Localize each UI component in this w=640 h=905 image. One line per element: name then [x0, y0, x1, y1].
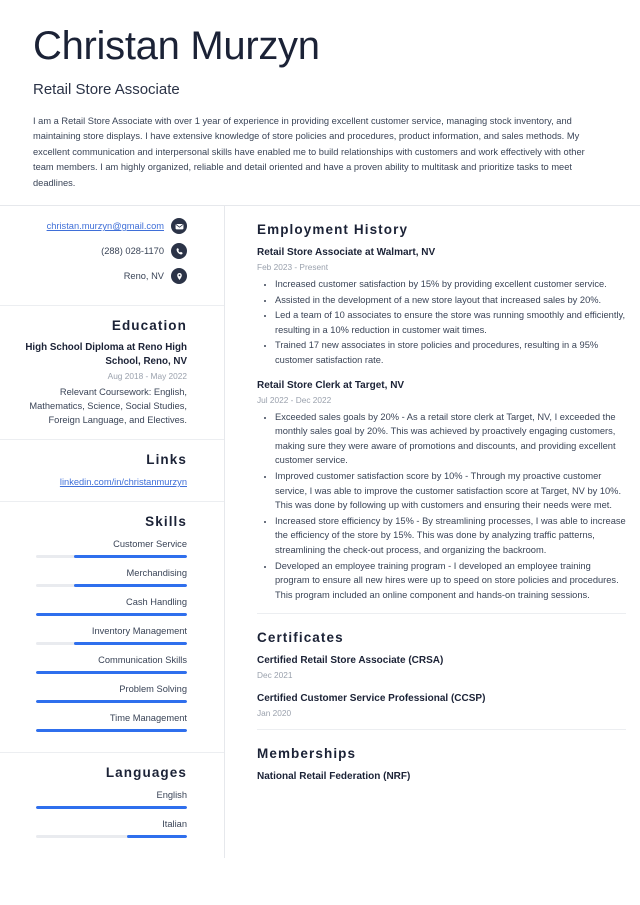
- membership-entry: National Retail Federation (NRF): [257, 770, 626, 784]
- memberships-heading: Memberships: [257, 746, 357, 762]
- employment-title: Retail Store Associate at Walmart, NV: [257, 247, 436, 259]
- membership-title: National Retail Federation (NRF): [257, 771, 411, 783]
- certificates-heading: Certificates: [257, 630, 344, 646]
- job-title: Retail Store Associate: [33, 81, 180, 98]
- skill-label: Inventory Management: [91, 626, 187, 637]
- skill-bar-fill: [36, 671, 187, 675]
- bullet-item: Trained 17 new associates in store polic…: [275, 338, 626, 367]
- skill-label: Cash Handling: [126, 597, 187, 608]
- bullet-item: Led a team of 10 associates to ensure th…: [275, 308, 626, 337]
- skill-bar-fill: [36, 729, 187, 733]
- page-title: Christan Murzyn: [33, 24, 320, 68]
- education-description: Relevant Coursework: English, Mathematic…: [29, 387, 187, 426]
- skill-label: Customer Service: [113, 539, 187, 550]
- contact-item-location: Reno, NV: [10, 268, 187, 285]
- skill-label: Communication Skills: [98, 655, 187, 666]
- language-bar-fill: [126, 835, 187, 839]
- links-heading: Links: [146, 452, 187, 468]
- resume-header: Christan Murzyn Retail Store Associate I…: [0, 0, 640, 205]
- skill-bar-track: [36, 729, 187, 733]
- links-section: Links linkedin.com/in/christanmurzyn: [0, 439, 224, 501]
- language-label: English: [156, 790, 188, 801]
- skill-label: Problem Solving: [119, 684, 187, 695]
- employment-bullets: Increased customer satisfaction by 15% b…: [257, 277, 626, 368]
- skill-bar-track: [36, 555, 187, 559]
- skill-item: Time Management: [10, 711, 187, 733]
- education-title: High School Diploma at Reno High School,…: [25, 342, 187, 367]
- skill-bar-fill: [36, 700, 187, 704]
- employment-date: Jul 2022 - Dec 2022: [257, 394, 332, 405]
- bullet-item: Improved customer satisfaction score by …: [275, 469, 626, 513]
- bullet-item: Developed an employee training program -…: [275, 559, 626, 603]
- resume-body: christan.murzyn@gmail.com (288) 028-1170: [0, 206, 640, 859]
- certificates-section: Certificates Certified Retail Store Asso…: [257, 613, 626, 729]
- link-item-linkedin[interactable]: linkedin.com/in/christanmurzyn: [10, 475, 187, 489]
- sidebar: christan.murzyn@gmail.com (288) 028-1170: [0, 206, 225, 859]
- envelope-icon: [171, 218, 187, 235]
- employment-bullets: Exceeded sales goals by 20% - As a retai…: [257, 410, 626, 603]
- bullet-item: Increased customer satisfaction by 15% b…: [275, 277, 626, 292]
- certificate-title: Certified Retail Store Associate (CRSA): [257, 655, 444, 667]
- skill-item: Cash Handling: [10, 595, 187, 617]
- profile-summary: I am a Retail Store Associate with over …: [33, 116, 585, 188]
- location-pin-icon: [171, 268, 187, 285]
- resume-page: Christan Murzyn Retail Store Associate I…: [0, 0, 640, 905]
- language-label: Italian: [162, 819, 187, 830]
- education-date: Aug 2018 - May 2022: [107, 371, 187, 382]
- certificate-title: Certified Customer Service Professional …: [257, 693, 486, 705]
- contact-item-email[interactable]: christan.murzyn@gmail.com: [10, 218, 187, 235]
- skill-bar-fill: [73, 584, 187, 588]
- skill-item: Inventory Management: [10, 624, 187, 646]
- skill-bar-fill: [73, 555, 187, 559]
- education-heading: Education: [111, 318, 187, 334]
- employment-entry: Retail Store Associate at Walmart, NV Fe…: [257, 246, 626, 368]
- certificate-entry: Certified Customer Service Professional …: [257, 692, 626, 719]
- skills-section: Skills Customer Service Merchandising Ca…: [0, 501, 224, 752]
- skill-bar-fill: [73, 642, 187, 646]
- language-item: English: [10, 788, 188, 810]
- certificate-date: Jan 2020: [257, 708, 292, 719]
- memberships-section: Memberships National Retail Federation (…: [257, 729, 626, 794]
- skills-heading: Skills: [145, 514, 187, 530]
- skill-item: Customer Service: [10, 537, 187, 559]
- skill-bar-track: [36, 584, 187, 588]
- contact-section: christan.murzyn@gmail.com (288) 028-1170: [0, 206, 224, 305]
- skill-label: Merchandising: [126, 568, 187, 579]
- education-section: Education High School Diploma at Reno Hi…: [0, 305, 224, 439]
- email-text[interactable]: christan.murzyn@gmail.com: [47, 221, 164, 231]
- language-item: Italian: [10, 817, 187, 839]
- employment-date: Feb 2023 - Present: [257, 262, 329, 273]
- skill-item: Merchandising: [10, 566, 187, 588]
- languages-heading: Languages: [105, 765, 187, 781]
- education-entry: High School Diploma at Reno High School,…: [10, 341, 187, 427]
- bullet-item: Assisted in the development of a new sto…: [275, 293, 626, 308]
- certificate-date: Dec 2021: [257, 670, 293, 681]
- contact-item-phone: (288) 028-1170: [10, 243, 187, 260]
- language-bar-fill: [36, 806, 187, 810]
- phone-text: (288) 028-1170: [101, 246, 164, 257]
- skill-item: Problem Solving: [10, 682, 187, 704]
- skill-bar-track: [36, 671, 187, 675]
- languages-section: Languages English Italian: [0, 752, 224, 858]
- employment-heading: Employment History: [257, 222, 409, 238]
- location-text: Reno, NV: [123, 271, 164, 282]
- main-content: Employment History Retail Store Associat…: [225, 206, 640, 794]
- language-bar-track: [36, 806, 187, 810]
- skill-bar-track: [36, 700, 187, 704]
- skill-bar-fill: [36, 613, 187, 617]
- bullet-item: Exceeded sales goals by 20% - As a retai…: [275, 410, 626, 468]
- skill-item: Communication Skills: [10, 653, 187, 675]
- skill-bar-track: [36, 642, 187, 646]
- skill-label: Time Management: [109, 713, 187, 724]
- skill-bar-track: [36, 613, 187, 617]
- employment-section: Employment History Retail Store Associat…: [257, 206, 626, 613]
- bullet-item: Increased store efficiency by 15% - By s…: [275, 514, 626, 558]
- phone-icon: [171, 243, 187, 260]
- employment-title: Retail Store Clerk at Target, NV: [257, 379, 405, 391]
- certificate-entry: Certified Retail Store Associate (CRSA) …: [257, 654, 626, 681]
- language-bar-track: [36, 835, 187, 839]
- employment-entry: Retail Store Clerk at Target, NV Jul 202…: [257, 379, 626, 603]
